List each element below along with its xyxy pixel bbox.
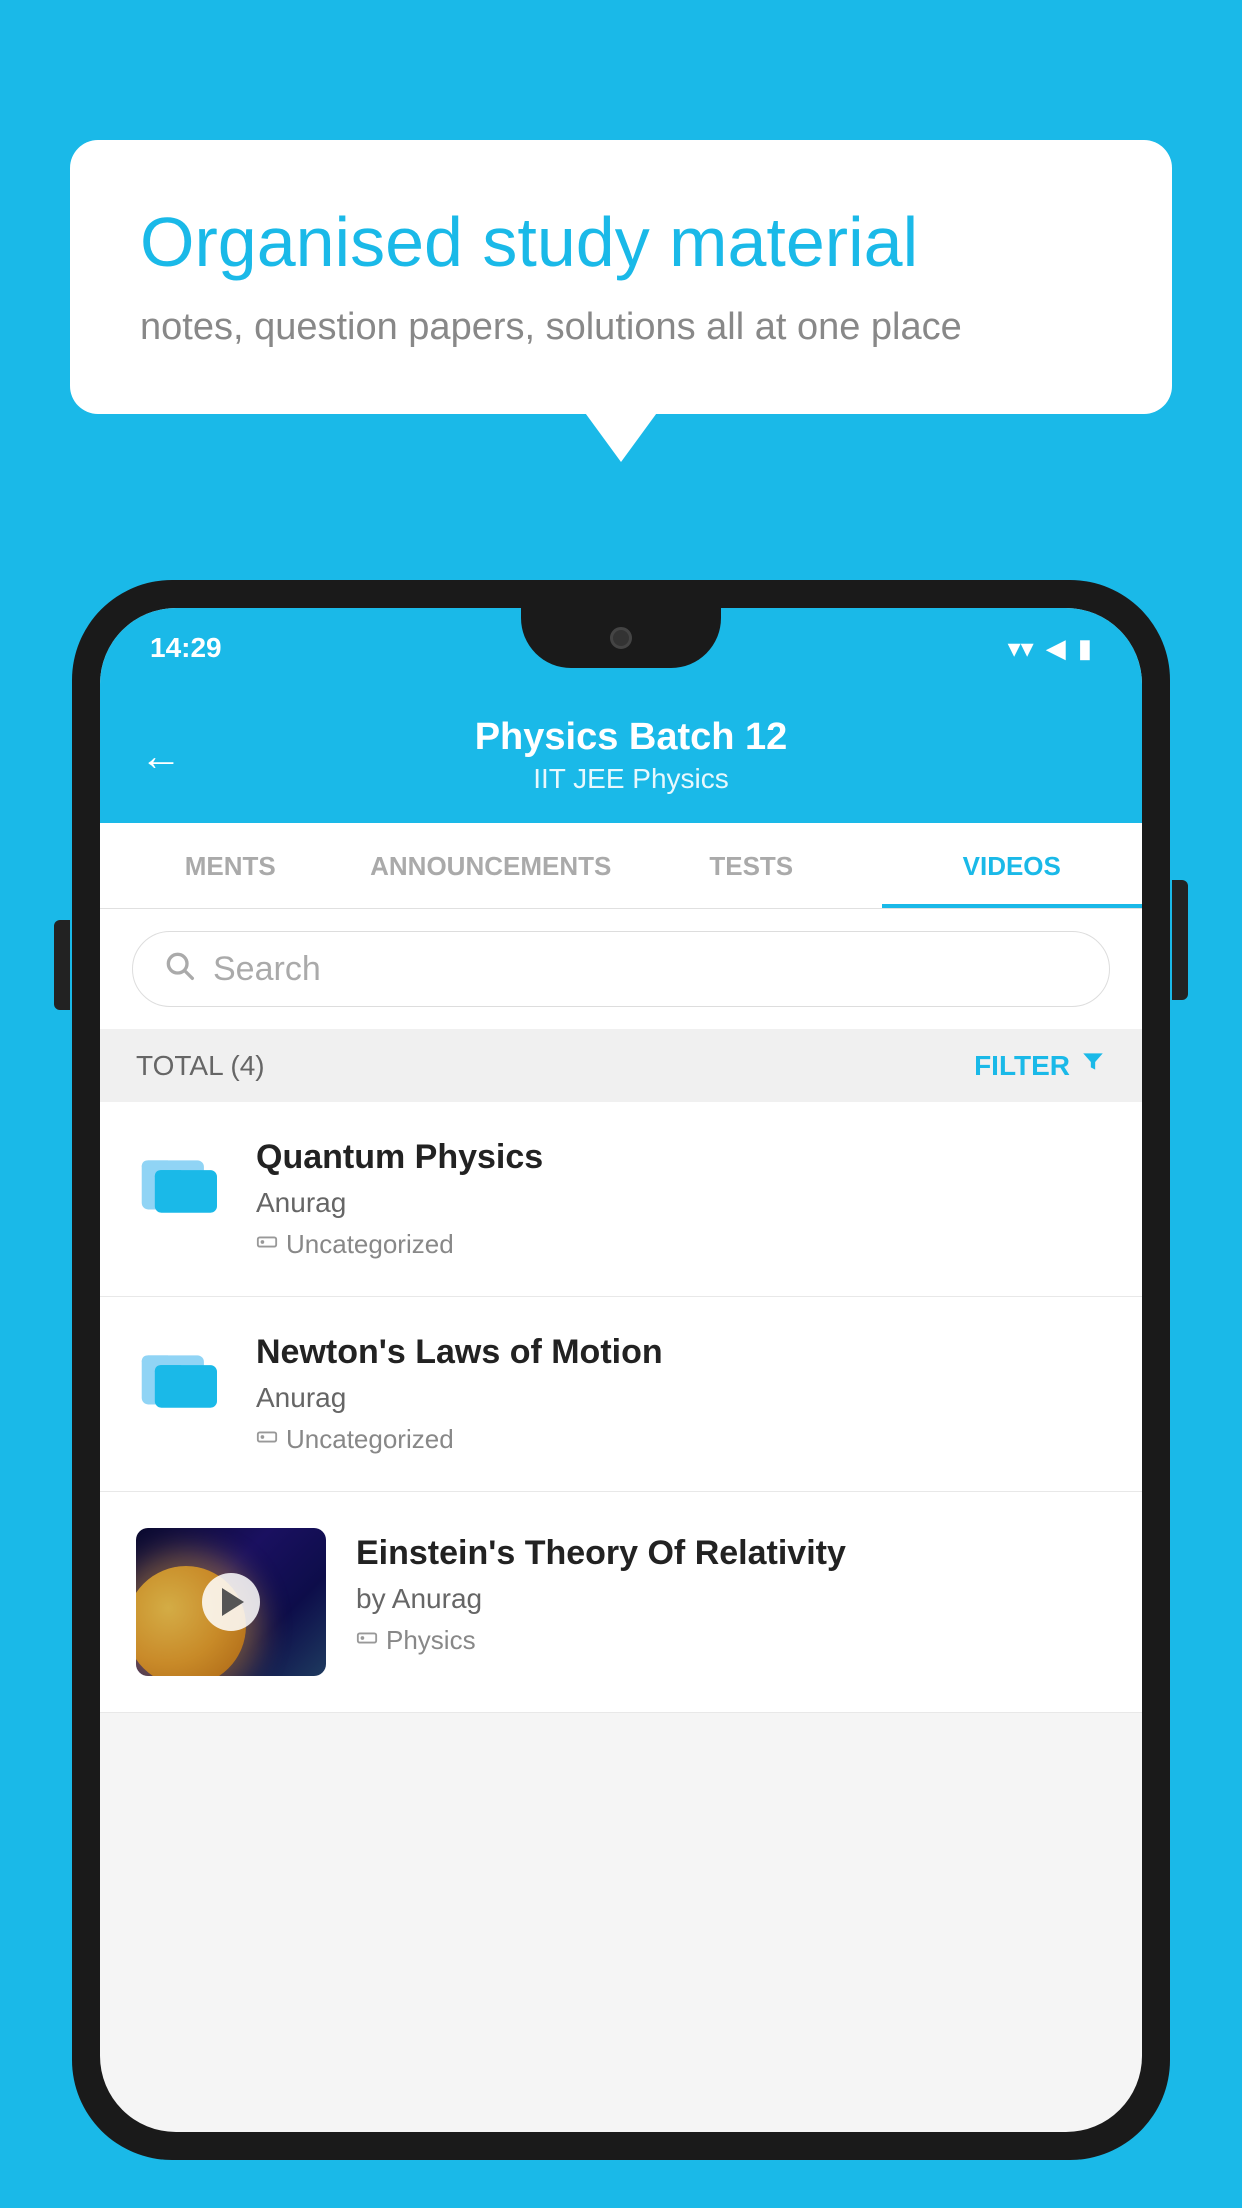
video-author: Anurag: [256, 1382, 1106, 1414]
video-list: Quantum Physics Anurag Uncategorized: [100, 1102, 1142, 1713]
phone-wrapper: 14:29 ▾▾ ◀ ▮ ← Physics Batch 12 IIT JEE …: [72, 580, 1170, 2208]
play-icon: [222, 1588, 244, 1616]
header-title-block: Physics Batch 12 IIT JEE Physics: [212, 716, 1050, 795]
signal-icon: ◀: [1046, 633, 1066, 664]
header-subtitle: IIT JEE Physics: [212, 763, 1050, 795]
video-tag: Uncategorized: [256, 1229, 1106, 1260]
header-title: Physics Batch 12: [212, 716, 1050, 759]
tab-announcements[interactable]: ANNOUNCEMENTS: [361, 823, 622, 908]
search-placeholder: Search: [213, 950, 321, 989]
video-tag: Physics: [356, 1625, 1106, 1656]
filter-button[interactable]: FILTER: [974, 1049, 1106, 1082]
status-icons: ▾▾ ◀ ▮: [1008, 633, 1092, 664]
video-thumbnail: [136, 1528, 326, 1676]
tag-icon: [256, 1229, 278, 1260]
total-count: TOTAL (4): [136, 1050, 265, 1082]
folder-icon: [136, 1138, 226, 1216]
video-info: Quantum Physics Anurag Uncategorized: [256, 1138, 1106, 1260]
notch: [521, 608, 721, 668]
video-author: by Anurag: [356, 1583, 1106, 1615]
play-button[interactable]: [202, 1573, 260, 1631]
filter-label: FILTER: [974, 1050, 1070, 1082]
tag-label: Physics: [386, 1625, 476, 1656]
tabs-bar: MENTS ANNOUNCEMENTS TESTS VIDEOS: [100, 823, 1142, 909]
speech-bubble: Organised study material notes, question…: [70, 140, 1172, 414]
search-container: Search: [100, 909, 1142, 1029]
wifi-icon: ▾▾: [1008, 633, 1034, 664]
camera-dot: [610, 627, 632, 649]
tab-videos[interactable]: VIDEOS: [882, 823, 1143, 908]
speech-bubble-container: Organised study material notes, question…: [70, 140, 1172, 414]
list-item[interactable]: Newton's Laws of Motion Anurag Uncategor…: [100, 1297, 1142, 1492]
bubble-title: Organised study material: [140, 200, 1102, 284]
video-info: Newton's Laws of Motion Anurag Uncategor…: [256, 1333, 1106, 1455]
tab-ments[interactable]: MENTS: [100, 823, 361, 908]
list-item[interactable]: Einstein's Theory Of Relativity by Anura…: [100, 1492, 1142, 1713]
bubble-subtitle: notes, question papers, solutions all at…: [140, 306, 1102, 349]
battery-icon: ▮: [1078, 633, 1092, 664]
tag-label: Uncategorized: [286, 1229, 454, 1260]
search-icon: [163, 948, 195, 990]
tag-icon: [356, 1625, 378, 1656]
phone-screen: 14:29 ▾▾ ◀ ▮ ← Physics Batch 12 IIT JEE …: [100, 608, 1142, 2132]
status-bar: 14:29 ▾▾ ◀ ▮: [100, 608, 1142, 688]
app-header: ← Physics Batch 12 IIT JEE Physics: [100, 688, 1142, 823]
phone-outer: 14:29 ▾▾ ◀ ▮ ← Physics Batch 12 IIT JEE …: [72, 580, 1170, 2160]
folder-icon: [136, 1333, 226, 1411]
back-button[interactable]: ←: [140, 735, 182, 777]
filter-bar: TOTAL (4) FILTER: [100, 1029, 1142, 1102]
video-title: Newton's Laws of Motion: [256, 1333, 1106, 1372]
status-time: 14:29: [150, 632, 222, 664]
video-author: Anurag: [256, 1187, 1106, 1219]
video-title: Einstein's Theory Of Relativity: [356, 1534, 1106, 1573]
list-item[interactable]: Quantum Physics Anurag Uncategorized: [100, 1102, 1142, 1297]
video-title: Quantum Physics: [256, 1138, 1106, 1177]
tab-tests[interactable]: TESTS: [621, 823, 882, 908]
tag-icon: [256, 1424, 278, 1455]
filter-funnel-icon: [1080, 1049, 1106, 1082]
video-info: Einstein's Theory Of Relativity by Anura…: [356, 1528, 1106, 1656]
tag-label: Uncategorized: [286, 1424, 454, 1455]
video-tag: Uncategorized: [256, 1424, 1106, 1455]
search-input-wrapper[interactable]: Search: [132, 931, 1110, 1007]
